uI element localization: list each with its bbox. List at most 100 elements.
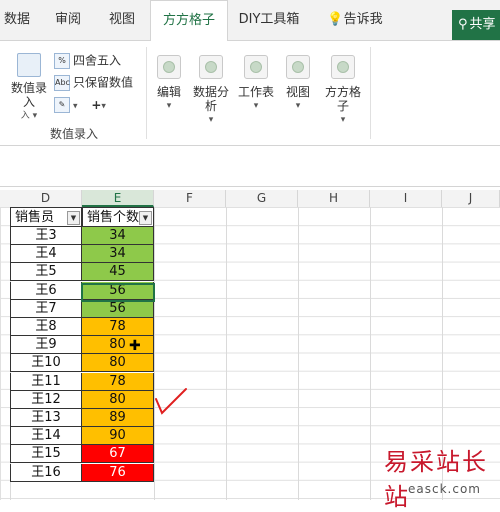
column-header-j[interactable]: J: [442, 190, 500, 207]
watermark-text: 易采站长站: [384, 448, 488, 511]
sales-count-cell[interactable]: 78: [82, 318, 154, 336]
sales-count-cell[interactable]: 34: [82, 227, 154, 245]
grid-line: [226, 207, 227, 500]
sales-count-cell[interactable]: 80: [82, 354, 154, 373]
salesperson-cell[interactable]: 王9: [10, 336, 82, 355]
cell-cursor-icon: ✚: [129, 338, 141, 354]
ribbon-group-label: 数值录入: [50, 127, 99, 141]
share-label: 共享: [469, 17, 496, 32]
grid-line: [298, 207, 299, 500]
header-salesperson-label: 销售员: [15, 210, 55, 225]
sales-count-cell[interactable]: 80: [82, 390, 154, 409]
person-add-icon: ⚲: [458, 17, 468, 32]
tab-data[interactable]: 数据: [0, 0, 34, 40]
tab-review[interactable]: 审阅: [48, 0, 88, 40]
salesperson-cell[interactable]: 王12: [10, 390, 82, 409]
view-label: 视图: [285, 85, 310, 99]
salesperson-cell[interactable]: 王6: [10, 281, 82, 300]
column-header-f[interactable]: F: [154, 190, 226, 207]
ribbon-panel: 数值录入 入 ▾ % 四舍五入 Abc 只保留数值 ✎ ▾ +▾ 编辑 ▾ 数据分析 …: [0, 41, 500, 146]
header-cell-salesperson[interactable]: 销售员 ▼: [10, 207, 82, 227]
header-cell-sales-count[interactable]: 销售个数 ▼: [82, 207, 154, 227]
chevron-down-icon: ▾: [253, 101, 259, 111]
filter-dropdown-icon[interactable]: ▼: [139, 211, 152, 225]
sales-count-cell[interactable]: 78: [82, 372, 154, 391]
plus-icon[interactable]: +: [91, 98, 101, 112]
round-button[interactable]: % 四舍五入: [54, 53, 121, 69]
grid-line: [370, 207, 371, 500]
chevron-down-icon[interactable]: ▾: [73, 102, 78, 112]
data-analysis-button[interactable]: 数据分析 ▾: [190, 55, 232, 127]
sales-count-cell[interactable]: 67: [82, 445, 154, 464]
tab-view[interactable]: 视图: [100, 0, 144, 40]
header-sales-count-label: 销售个数: [87, 210, 140, 225]
sales-count-cell[interactable]: 80: [82, 336, 154, 355]
data-entry-button[interactable]: 数值录入 入 ▾: [8, 53, 50, 123]
sales-count-cell[interactable]: 89: [82, 409, 154, 427]
data-analysis-label: 数据分析: [192, 85, 229, 113]
round-label: 四舍五入: [73, 53, 122, 68]
ribbon-separator: [146, 47, 147, 139]
watermark-url: easck.com: [408, 482, 481, 496]
column-header-g[interactable]: G: [226, 190, 298, 207]
edit-label: 编辑: [156, 85, 181, 99]
share-button[interactable]: ⚲ 共享: [452, 10, 500, 40]
edit-button[interactable]: 编辑 ▾: [152, 55, 186, 113]
data-analysis-icon: [199, 55, 223, 79]
lightbulb-icon: 💡: [327, 12, 344, 27]
abc-icon: Abc: [54, 75, 70, 91]
view-button[interactable]: 视图 ▾: [280, 55, 316, 113]
sales-count-cell[interactable]: 76: [82, 463, 154, 482]
ffgz-label: 方方格子: [324, 85, 361, 113]
tell-me-label: 告诉我: [343, 12, 383, 27]
chevron-down-icon: ▾: [295, 101, 301, 111]
formula-bar[interactable]: [0, 146, 500, 187]
sales-count-cell[interactable]: 90: [82, 427, 154, 446]
sales-count-cell[interactable]: 34: [82, 245, 154, 264]
ffgz-icon: [331, 55, 355, 79]
keep-values-button[interactable]: Abc 只保留数值: [54, 75, 133, 91]
view-icon: [286, 55, 310, 79]
sales-count-cell[interactable]: 45: [82, 263, 154, 282]
grid-line: [154, 207, 155, 500]
salesperson-cell[interactable]: 王7: [10, 299, 82, 318]
salesperson-cell[interactable]: 王11: [10, 372, 82, 391]
salesperson-cell[interactable]: 王3: [10, 227, 82, 245]
round-icon: %: [54, 53, 70, 69]
tab-fangfanggezi[interactable]: 方方格子: [150, 0, 228, 42]
worksheet-label: 工作表: [238, 85, 275, 99]
ribbon-tab-bar: 数据 审阅 视图 方方格子 DIY工具箱 💡告诉我 ⚲ 共享: [0, 0, 500, 42]
worksheet-icon: [244, 55, 268, 79]
filter-dropdown-icon[interactable]: ▼: [67, 211, 80, 225]
column-header-i[interactable]: I: [370, 190, 442, 207]
salesperson-cell[interactable]: 王10: [10, 354, 82, 373]
tab-diy-toolbox[interactable]: DIY工具箱: [232, 0, 306, 40]
sales-count-cell[interactable]: 56: [82, 299, 154, 318]
salesperson-cell[interactable]: 王14: [10, 427, 82, 446]
worksheet-button[interactable]: 工作表 ▾: [238, 55, 274, 113]
ffgz-button[interactable]: 方方格子 ▾: [322, 55, 364, 127]
salesperson-cell[interactable]: 王15: [10, 445, 82, 464]
salesperson-cell[interactable]: 王5: [10, 263, 82, 282]
chevron-down-icon: ▾: [208, 115, 214, 125]
salesperson-cell[interactable]: 王4: [10, 245, 82, 264]
salesperson-cell[interactable]: 王13: [10, 409, 82, 427]
chevron-down-icon: 入 ▾: [20, 111, 38, 121]
keep-values-label: 只保留数值: [73, 75, 134, 90]
tab-tell-me[interactable]: 💡告诉我: [320, 0, 390, 40]
edit-group-icon: [157, 55, 181, 79]
data-entry-icon: [17, 53, 41, 77]
column-header-row: D E F G H I J: [0, 190, 500, 208]
active-cell-selection: [81, 283, 155, 302]
column-header-e[interactable]: E: [82, 190, 154, 207]
salesperson-cell[interactable]: 王8: [10, 318, 82, 336]
column-header-h[interactable]: H: [298, 190, 370, 207]
chevron-down-icon: ▾: [166, 101, 172, 111]
chevron-down-icon: ▾: [340, 115, 346, 125]
checkmark-annotation-icon: [155, 388, 187, 415]
chevron-down-icon[interactable]: ▾: [101, 102, 106, 112]
column-header-d[interactable]: D: [10, 190, 82, 207]
salesperson-cell[interactable]: 王16: [10, 463, 82, 482]
edit-icon[interactable]: ✎: [54, 97, 70, 113]
ribbon-separator: [370, 47, 371, 139]
